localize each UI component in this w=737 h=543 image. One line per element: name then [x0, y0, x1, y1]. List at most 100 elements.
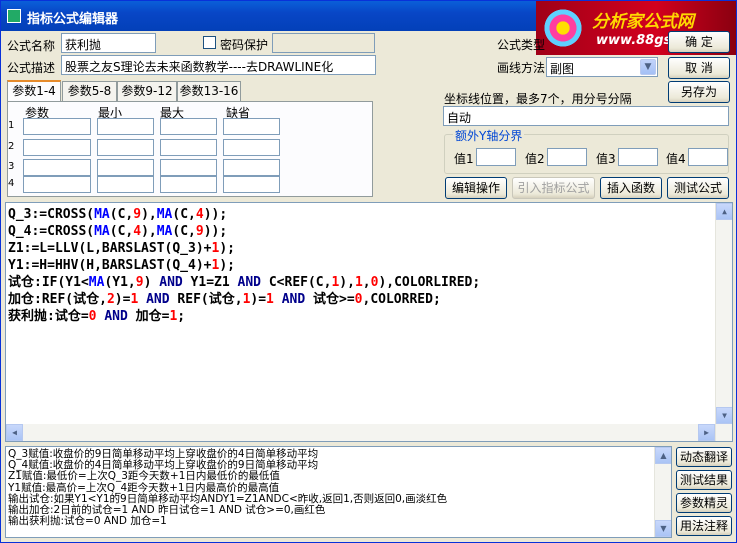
param-max-4[interactable] [160, 176, 217, 193]
param-row-number: 4 [8, 178, 15, 189]
test-formula-button[interactable]: 测试公式 [667, 177, 729, 199]
scroll-down-icon[interactable]: ▼ [655, 520, 671, 537]
scroll-up-icon[interactable]: ▲ [655, 447, 671, 464]
code-token: 获利抛:试仓= [8, 309, 89, 324]
scroll-left-icon[interactable]: ◀ [6, 424, 23, 441]
y-value-1-input[interactable] [476, 148, 516, 166]
draw-method-select[interactable]: 副图 ▼ [546, 57, 658, 77]
code-token: ,COLORRED; [362, 292, 441, 307]
y-value-4-input[interactable] [688, 148, 728, 166]
param-row-number: 2 [8, 141, 15, 152]
code-token: ), [339, 275, 355, 290]
scroll-down-icon[interactable]: ▼ [716, 407, 732, 424]
param-row-number: 1 [8, 120, 15, 131]
name-input[interactable]: 获利抛 [61, 33, 156, 53]
test-result-button[interactable]: 测试结果 [676, 470, 732, 490]
desc-vertical-scrollbar[interactable]: ▲ ▼ [654, 447, 671, 537]
param-name-3[interactable] [23, 159, 91, 176]
tab-params-13-16[interactable]: 参数13-16 [177, 81, 241, 101]
type-label: 公式类型 [497, 38, 546, 52]
scroll-right-icon[interactable]: ▶ [698, 424, 715, 441]
code-token: ), [141, 207, 157, 222]
scroll-up-icon[interactable]: ▲ [716, 203, 732, 220]
param-min-3[interactable] [97, 159, 154, 176]
param-name-1[interactable] [23, 118, 91, 135]
app-icon [7, 9, 21, 23]
code-token: AND [237, 275, 262, 290]
usage-notes-button[interactable]: 用法注释 [676, 516, 732, 536]
extra-y-group: 额外Y轴分界 值1 值2 值3 值4 [444, 127, 729, 174]
y-value-2-label: 值2 [525, 152, 545, 166]
desc-input[interactable]: 股票之友S理论去未来函数教学----去DRAWLINE化 [61, 55, 376, 75]
code-token: )= [250, 292, 267, 307]
draw-method-value: 副图 [550, 62, 575, 76]
param-name-4[interactable] [23, 176, 91, 193]
param-default-3[interactable] [223, 159, 280, 176]
name-label: 公式名称 [7, 39, 56, 53]
code-token: Q_3:=CROSS( [8, 207, 95, 222]
desc-label: 公式描述 [7, 61, 56, 75]
y-value-2-input[interactable] [547, 148, 587, 166]
extra-y-legend: 额外Y轴分界 [453, 127, 525, 144]
code-token: 2 [106, 292, 115, 307]
param-max-3[interactable] [160, 159, 217, 176]
param-default-2[interactable] [223, 139, 280, 156]
code-token: 1 [354, 275, 363, 290]
edit-ops-button[interactable]: 编辑操作 [445, 177, 507, 199]
code-token: ; [177, 309, 186, 324]
code-token: Z1:=L=LLV(L,BARSLAST(Q_3)+ [8, 241, 212, 256]
tab-params-1-4[interactable]: 参数1-4 [7, 80, 61, 102]
insert-function-button[interactable]: 插入函数 [600, 177, 662, 199]
param-wizard-button[interactable]: 参数精灵 [676, 493, 732, 513]
param-max-1[interactable] [160, 118, 217, 135]
code-token: Y1:=H=HHV(H,BARSLAST(Q_4)+ [8, 258, 212, 273]
code-token: 9 [135, 275, 144, 290]
param-default-4[interactable] [223, 176, 280, 193]
cancel-button[interactable]: 取 消 [668, 57, 730, 79]
code-body: Q_3:=CROSS(MA(C,9),MA(C,4)); Q_4:=CROSS(M… [8, 206, 730, 325]
code-token: ),COLORLIRED; [378, 275, 481, 290]
y-value-3-label: 值3 [596, 152, 616, 166]
coord-input[interactable]: 自动 [443, 106, 729, 126]
code-token: 试仓>= [305, 292, 355, 307]
flower-logo-icon [542, 7, 584, 49]
formula-code-editor[interactable]: Q_3:=CROSS(MA(C,9),MA(C,4)); Q_4:=CROSS(M… [5, 202, 733, 442]
import-formula-button[interactable]: 引入指标公式 [512, 177, 595, 199]
password-checkbox[interactable] [203, 36, 216, 49]
param-min-2[interactable] [97, 139, 154, 156]
code-token: )); [203, 224, 228, 239]
code-token: 加仓= [127, 309, 170, 324]
password-input[interactable] [272, 33, 375, 53]
password-label: 密码保护 [220, 38, 269, 52]
save-as-button[interactable]: 另存为 [668, 81, 730, 103]
param-default-1[interactable] [223, 118, 280, 135]
code-token: Y1=Z1 [182, 275, 238, 290]
param-min-4[interactable] [97, 176, 154, 193]
code-token: 4 [195, 207, 204, 222]
window-title: 指标公式编辑器 [27, 12, 119, 27]
code-token: 0 [354, 292, 363, 307]
code-line: Q_3:=CROSS(MA(C,9),MA(C,4)); [8, 206, 730, 223]
code-horizontal-scrollbar[interactable]: ◀ ▶ [6, 424, 715, 441]
code-vertical-scrollbar[interactable]: ▲ ▼ [715, 203, 732, 441]
code-token: 4 [133, 224, 142, 239]
y-value-3-input[interactable] [618, 148, 658, 166]
dynamic-translate-button[interactable]: 动态翻译 [676, 447, 732, 467]
code-token: 9 [195, 224, 204, 239]
tab-params-9-12[interactable]: 参数9-12 [117, 81, 177, 101]
param-name-2[interactable] [23, 139, 91, 156]
y-value-1-label: 值1 [454, 152, 474, 166]
code-token: (C, [109, 224, 134, 239]
param-max-2[interactable] [160, 139, 217, 156]
code-token: C<REF(C, [261, 275, 332, 290]
tab-params-5-8[interactable]: 参数5-8 [62, 81, 117, 101]
code-token: (Y1, [104, 275, 136, 290]
ok-button[interactable]: 确 定 [668, 31, 730, 53]
code-line: Z1:=L=LLV(L,BARSLAST(Q_3)+1); [8, 240, 730, 257]
chevron-down-icon[interactable]: ▼ [640, 59, 656, 75]
param-min-1[interactable] [97, 118, 154, 135]
code-token: )); [203, 207, 228, 222]
code-token: MA [94, 224, 110, 239]
code-token: AND [281, 292, 306, 307]
translation-output[interactable]: Q_3赋值:收盘价的9日简单移动平均上穿收盘价的4日简单移动平均 Q_4赋值:收… [5, 446, 672, 538]
